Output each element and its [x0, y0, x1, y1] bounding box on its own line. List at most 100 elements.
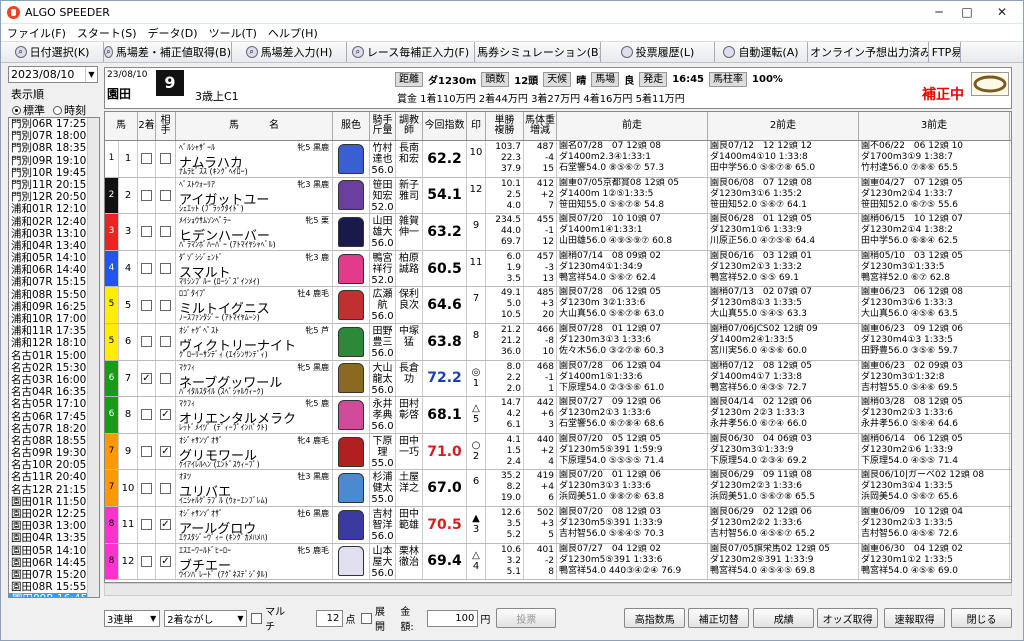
partner-checkbox[interactable]: ✓ — [160, 409, 171, 421]
second-place-checkbox[interactable] — [141, 189, 152, 201]
bet-type-select[interactable]: 3連単 ▼ — [104, 609, 161, 627]
mark-cell[interactable]: △ 5 — [467, 397, 486, 433]
radio-time[interactable] — [53, 105, 62, 115]
race-list-item[interactable]: 名古05R 17:10 — [9, 398, 99, 410]
horse-name-cell[interactable]: ﾏｸﾌｨ 牝5 鹿オリエンタルメラク ﾚｯﾄﾞﾒｲﾂﾞ (ﾃﾞｨｰﾌﾟｲﾝﾊﾟｸﾄ) — [176, 397, 333, 433]
past-race-cell[interactable]: 園良07/20 05 12頭 05 ダ1230m5⑤391 1:59:9 下原理54… — [557, 433, 708, 470]
partner-checkbox[interactable]: ✓ — [160, 446, 171, 458]
horse-name-cell[interactable]: ﾍﾞﾙｼｬｻﾞｰﾙ 牝5 黒鹿 ナムラハカ ﾅﾑﾗﾋﾞｽｽ (ｷﾝｸﾞﾍｲﾛｰ) — [176, 141, 333, 177]
horse-name-cell[interactable]: ｵｼﾞｬｸﾞﾍﾟｽﾄ 牝5 芦ヴィクトリーナイト ｸﾞﾛｰﾘｰｻﾝﾃﾞｨ (ｴｲｼﾝ… — [176, 323, 333, 360]
second-place-checkbox[interactable] — [141, 226, 152, 238]
toolbar-button[interactable]: FTP易 — [929, 42, 961, 62]
past-race-cell[interactable]: 園良07/28 01 12頭 07 ダ1230m3①3 1:33:6 佐々木56.0… — [557, 323, 708, 360]
flash-fetch-button[interactable]: 速報取得 — [884, 608, 946, 628]
odds-fetch-button[interactable]: オッズ取得 — [817, 608, 879, 628]
second-place-checkbox[interactable] — [141, 153, 152, 165]
results-button[interactable]: 成績 — [753, 608, 815, 628]
toolbar-button[interactable]: オンライン予想出力済み — [808, 42, 929, 62]
horse-name-cell[interactable]: ｵﾇﾂ 牡3 黒鹿 ユリバエ ｲﾆｼｬﾙｸﾞﾗﾌﾞﾙ (ｳｫｰｴﾝﾌﾞﾚﾑ) — [176, 470, 333, 506]
past-race-cell[interactable]: 園稍05/10 03 12頭 05 ダ1230m3①1:33:5 鴨宮祥52.0 ⑥… — [859, 250, 1010, 287]
table-row[interactable]: 8 12 ✓ ｴｽｴｰﾜｰﾙﾄﾞﾋｰﾛｰ 牝5 鹿毛 ブチエー ｳｲﾝﾊﾟﾚｰﾄﾞ (ｱｸﾞ… — [105, 543, 1011, 581]
race-list-item[interactable]: 園田02R 12:25 — [9, 508, 99, 520]
past-race-cell[interactable]: 園不06/22 06 12頭 10 ダ1700m3①9 1:38:7 竹村達56.0… — [859, 141, 1010, 177]
race-list-item[interactable]: 門別11R 20:15 — [9, 179, 99, 191]
second-place-checkbox[interactable] — [141, 482, 152, 494]
past-race-cell[interactable]: 園良04/14 02 12頭 06 ダ1230m 2②3 1:33:3 永井孝56.… — [708, 397, 859, 433]
mark-cell[interactable]: 7 — [467, 287, 486, 323]
table-row[interactable]: 4 4 ﾀﾞｿﾞｼｼﾞｪﾝﾄﾞ 牝3 鹿スマルト ﾏﾘｼﾝﾌﾞﾙｰ (ﾛｰｼﾞｽﾞｲﾝﾒ… — [105, 250, 1011, 288]
past-race-cell[interactable]: 園重06/23 02 09頭 03 ダ1230m3①1:32:8 吉村智55.0 ⑤… — [859, 360, 1010, 397]
partner-checkbox[interactable] — [160, 482, 171, 494]
minimize-button[interactable]: ─ — [925, 2, 953, 22]
past-race-cell[interactable]: 園稍07/13 02 07頭 07 ダ1230m8①3 1:33:5 大山真55.0… — [708, 287, 859, 323]
mark-cell[interactable]: ○ 2 — [467, 433, 486, 470]
table-row[interactable]: 6 8 ✓ ﾏｸﾌｨ 牝5 鹿オリエンタルメラク ﾚｯﾄﾞﾒｲﾂﾞ (ﾃﾞｨｰﾌﾟｲﾝﾊﾟ… — [105, 397, 1011, 434]
past-race-cell[interactable]: 園名07/28 07 12頭 08 ダ1400m2.3④1:33:1 石堂響54.0… — [557, 141, 708, 177]
table-row[interactable]: 5 6 ｵｼﾞｬｸﾞﾍﾟｽﾄ 牝5 芦ヴィクトリーナイト ｸﾞﾛｰﾘｰｻﾝﾃﾞｨ (ｴｲ… — [105, 323, 1011, 361]
mark-cell[interactable]: 9 — [467, 214, 486, 250]
horse-name-cell[interactable]: ﾏｸﾌｨ 牝5 黒鹿 ネーブグッワール ﾊﾞｲﾀﾙｽﾀｲﾙ (ｽﾍﾟｼｬﾙｳｨｰｸ) — [176, 360, 333, 397]
toolbar-button[interactable]: 投票履歴(L) — [601, 42, 715, 62]
past-race-cell[interactable]: 園良06/28 01 12頭 05 ダ1230m1①6 1:33:9 川原正56.0… — [708, 214, 859, 250]
past-race-cell[interactable]: 園稍07/06JCS02 12頭 09 ダ1400m2④1:33:5 宮川実56.0… — [708, 323, 859, 360]
race-list-item[interactable]: 浦和09R 16:25 — [9, 301, 99, 313]
past-race-cell[interactable]: 園良07/20 08 12頭 03 ダ1230m5⑤391 1:33:9 吉村智56… — [557, 506, 708, 543]
partner-checkbox[interactable]: ✓ — [160, 555, 171, 567]
maximize-button[interactable]: □ — [953, 2, 981, 22]
race-list-item[interactable]: 門別08R 18:35 — [9, 142, 99, 154]
race-list-item[interactable]: 浦和05R 14:10 — [9, 252, 99, 264]
menu-item[interactable]: ツール(T) — [209, 25, 257, 41]
amount-field[interactable]: 100 — [426, 609, 479, 627]
race-list-item[interactable]: 浦和02R 12:40 — [9, 216, 99, 228]
correction-toggle-button[interactable]: 補正切替 — [688, 608, 750, 628]
table-row[interactable]: 7 9 ✓ ｵｼﾞｬｻﾝｿﾞｵｻﾞ 牝4 鹿毛 グリモワール ｹｲｱｲﾚﾙﾍﾝ (ｴﾝﾄﾞｽ… — [105, 433, 1011, 471]
race-list-item[interactable]: 名古03R 16:00 — [9, 374, 99, 386]
horse-name-cell[interactable]: ﾛｺﾞﾀｲﾌﾟ 牡4 鹿毛 ミルトイグニス ﾉｰｽﾌｧﾝﾀｼﾞｰ (ｱﾄﾏｲﾔﾑｰﾝ) — [176, 287, 333, 323]
vote-button[interactable]: 投票 — [496, 608, 557, 628]
race-list-item[interactable]: 園田06R 14:45 — [9, 557, 99, 569]
race-list-item[interactable]: 浦和06R 14:40 — [9, 264, 99, 276]
race-list-item[interactable]: 園田05R 14:10 — [9, 545, 99, 557]
past-race-cell[interactable]: 園重06/30 04 12頭 02 ダ1230m1①2 1:33:5 鴨宮祥54.0… — [859, 543, 1010, 580]
horse-name-cell[interactable]: ﾍﾞｽﾄｳｫｰﾘｱ 牝3 黒鹿 アイガットユー ｼｪｴｯﾄ (ﾌﾞﾗｯｸﾀｲﾄﾞ) — [176, 177, 333, 214]
mark-cell[interactable]: 10 — [467, 141, 486, 177]
table-row[interactable]: 8 11 ✓ ｵｼﾞｬｻﾝｿﾞｵｻﾞ 牡6 黒鹿 アールグロウ ｴｸｽﾀｼﾞｰｳﾞｨｰ (ｷ… — [105, 506, 1011, 544]
race-list-item[interactable]: 園田08R 15:55 — [9, 581, 99, 593]
past-race-cell[interactable]: 園重06/23 06 12頭 08 ダ1230m3①6 1:33:3 大山真56.0… — [859, 287, 1010, 323]
horse-name-cell[interactable]: ｵｼﾞｬｻﾝｿﾞｵｻﾞ 牝4 鹿毛 グリモワール ｹｲｱｲﾚﾙﾍﾝ (ｴﾝﾄﾞｽｳｨｰ… — [176, 433, 333, 470]
race-list-item[interactable]: 園田09R 16:45 — [9, 593, 99, 597]
past-race-cell[interactable]: 園良06/10|ガーベ02 12頭 08 ダ1230m3①4 1:33:5 浜岡美5… — [859, 470, 1010, 506]
radio-standard[interactable] — [12, 105, 21, 115]
past-race-cell[interactable]: 園稍06/14 06 12頭 05 ダ1230m2①6 1:33:9 下原理54.0… — [859, 433, 1010, 470]
race-list-item[interactable]: 名古12R 21:15 — [9, 484, 99, 496]
second-place-checkbox[interactable] — [141, 299, 152, 311]
past-race-cell[interactable]: 園良07/20 01 12頭 06 ダ1230m3①3 1:33:6 浜岡美51.0… — [557, 470, 708, 506]
table-row[interactable]: 1 1 ﾍﾞﾙｼｬｻﾞｰﾙ 牝5 黒鹿 ナムラハカ ﾅﾑﾗﾋﾞｽｽ (ｷﾝｸﾞﾍｲﾛｰ) 竹… — [105, 141, 1011, 178]
horse-name-cell[interactable]: ｴｽｴｰﾜｰﾙﾄﾞﾋｰﾛｰ 牝5 鹿毛 ブチエー ｳｲﾝﾊﾟﾚｰﾄﾞ (ｱｸﾞﾈｽﾃﾞ… — [176, 543, 333, 580]
race-list-item[interactable]: 名古07R 18:20 — [9, 423, 99, 435]
past-race-cell[interactable]: 園良07/05旗栄馬02 12頭 05 ダ1230m2⑤391 1:33:9 鴨宮祥… — [708, 543, 859, 580]
toolbar-button[interactable]: ⌕ 馬場差入力(H) — [232, 42, 347, 62]
table-row[interactable]: 3 3 ﾒｲｼｮｳｻﾑｿﾝﾍﾟﾗｰ 牝5 栗ヒデンハーバー ﾊﾟﾗﾏﾝﾎﾞﾊｰﾊﾞｰ (… — [105, 214, 1011, 251]
race-list-item[interactable]: 名古08R 18:55 — [9, 435, 99, 447]
second-place-checkbox[interactable] — [141, 336, 152, 348]
race-list-item[interactable]: 名古06R 17:45 — [9, 411, 99, 423]
points-field[interactable]: 12 — [316, 609, 344, 627]
past-race-cell[interactable]: 園良07/20 10 10頭 07 ダ1400m1④1:33:1 山田雄56.0 ④… — [557, 214, 708, 250]
past-race-cell[interactable]: 園良06/29 02 12頭 06 ダ1230m2②2 1:33:6 吉村智56.0… — [708, 506, 859, 543]
partner-checkbox[interactable] — [160, 372, 171, 384]
race-list-item[interactable]: 園田04R 13:35 — [9, 532, 99, 544]
past-race-cell[interactable]: 園良06/29 09 11頭 08 ダ1230m2②3 1:33:6 浜岡美51.0… — [708, 470, 859, 506]
past-race-cell[interactable]: 園良06/08 07 12頭 08 ダ1230m3①6 1:35:2 笹田知52.0… — [708, 177, 859, 214]
second-place-checkbox[interactable] — [141, 263, 152, 275]
race-list-item[interactable]: 門別09R 19:10 — [9, 155, 99, 167]
partner-checkbox[interactable] — [160, 226, 171, 238]
second-place-checkbox[interactable] — [141, 555, 152, 567]
past-race-cell[interactable]: 園稍07/12 08 12頭 05 ダ1400m4①7 1:33:8 鴨宮祥56.0… — [708, 360, 859, 397]
mark-cell[interactable]: 6 — [467, 470, 486, 506]
race-list-item[interactable]: 名古01R 15:00 — [9, 350, 99, 362]
chevron-down-icon[interactable]: ▼ — [85, 67, 97, 82]
partner-checkbox[interactable] — [160, 189, 171, 201]
mark-cell[interactable]: 8 — [467, 323, 486, 360]
table-row[interactable]: 7 10 ｵﾇﾂ 牡3 黒鹿 ユリバエ ｲﾆｼｬﾙｸﾞﾗﾌﾞﾙ (ｳｫｰｴﾝﾌﾞﾚﾑ) 杉浦… — [105, 470, 1011, 507]
